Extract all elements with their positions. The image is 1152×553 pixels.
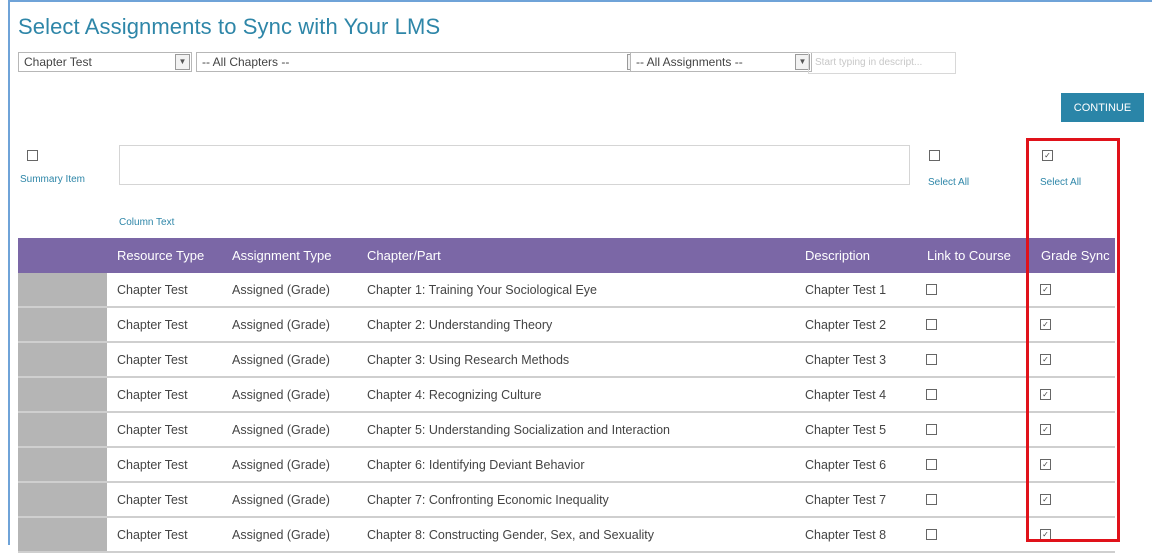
- row-handle[interactable]: [18, 378, 107, 411]
- table-row: Chapter Test Assigned (Grade) Chapter 7:…: [18, 483, 1115, 518]
- summary-item-label: Summary Item: [20, 174, 86, 185]
- cell-resource-type: Chapter Test: [117, 458, 188, 472]
- row-handle[interactable]: [18, 448, 107, 481]
- cell-assignment-type: Assigned (Grade): [232, 318, 330, 332]
- header-chapter-part[interactable]: Chapter/Part: [367, 248, 441, 263]
- column-text-input[interactable]: [119, 145, 910, 185]
- table-row: Chapter Test Assigned (Grade) Chapter 2:…: [18, 308, 1115, 343]
- search-placeholder: Start typing in descript...: [815, 57, 923, 68]
- row-handle[interactable]: [18, 343, 107, 376]
- grade-sync-checkbox[interactable]: ✓: [1040, 529, 1051, 540]
- cell-description: Chapter Test 1: [805, 283, 887, 297]
- select-all-link-checkbox[interactable]: [929, 150, 940, 161]
- link-to-course-checkbox[interactable]: [926, 319, 937, 330]
- select-all-grade-checkbox[interactable]: ✓: [1042, 150, 1053, 161]
- chevron-down-icon[interactable]: ▼: [175, 54, 190, 70]
- table-row: Chapter Test Assigned (Grade) Chapter 1:…: [18, 273, 1115, 308]
- select-all-grade-label[interactable]: Select All: [1040, 177, 1081, 188]
- assignments-select[interactable]: -- All Assignments -- ▼: [630, 52, 812, 72]
- cell-description: Chapter Test 5: [805, 423, 887, 437]
- table-row: Chapter Test Assigned (Grade) Chapter 5:…: [18, 413, 1115, 448]
- link-to-course-checkbox[interactable]: [926, 389, 937, 400]
- cell-resource-type: Chapter Test: [117, 423, 188, 437]
- header-assignment-type[interactable]: Assignment Type: [232, 248, 331, 263]
- link-to-course-checkbox[interactable]: [926, 284, 937, 295]
- row-handle[interactable]: [18, 518, 107, 551]
- window-frame-left: [8, 0, 10, 545]
- cell-resource-type: Chapter Test: [117, 388, 188, 402]
- resource-type-value: Chapter Test: [24, 55, 92, 69]
- summary-item-checkbox[interactable]: [27, 150, 38, 161]
- grade-sync-checkbox[interactable]: ✓: [1040, 459, 1051, 470]
- cell-assignment-type: Assigned (Grade): [232, 283, 330, 297]
- grade-sync-checkbox[interactable]: ✓: [1040, 424, 1051, 435]
- cell-resource-type: Chapter Test: [117, 353, 188, 367]
- page-title: Select Assignments to Sync with Your LMS: [18, 14, 441, 39]
- assignments-value: -- All Assignments --: [636, 55, 743, 69]
- cell-assignment-type: Assigned (Grade): [232, 493, 330, 507]
- cell-chapter-part: Chapter 4: Recognizing Culture: [367, 388, 542, 402]
- continue-button[interactable]: CONTINUE: [1061, 93, 1144, 122]
- cell-assignment-type: Assigned (Grade): [232, 353, 330, 367]
- cell-chapter-part: Chapter 3: Using Research Methods: [367, 353, 570, 367]
- row-handle[interactable]: [18, 273, 107, 306]
- cell-chapter-part: Chapter 2: Understanding Theory: [367, 318, 553, 332]
- link-to-course-checkbox[interactable]: [926, 424, 937, 435]
- select-all-link-label[interactable]: Select All: [928, 177, 969, 188]
- cell-resource-type: Chapter Test: [117, 318, 188, 332]
- cell-assignment-type: Assigned (Grade): [232, 423, 330, 437]
- cell-resource-type: Chapter Test: [117, 283, 188, 297]
- column-text-label: Column Text: [119, 217, 175, 228]
- row-handle[interactable]: [18, 308, 107, 341]
- cell-description: Chapter Test 6: [805, 458, 887, 472]
- cell-assignment-type: Assigned (Grade): [232, 388, 330, 402]
- assignments-table: Resource Type Assignment Type Chapter/Pa…: [18, 238, 1115, 553]
- chapters-select[interactable]: -- All Chapters -- ▼: [196, 52, 644, 72]
- cell-description: Chapter Test 2: [805, 318, 887, 332]
- grade-sync-checkbox[interactable]: ✓: [1040, 494, 1051, 505]
- cell-description: Chapter Test 8: [805, 528, 887, 542]
- link-to-course-checkbox[interactable]: [926, 494, 937, 505]
- link-to-course-checkbox[interactable]: [926, 529, 937, 540]
- cell-chapter-part: Chapter 8: Constructing Gender, Sex, and…: [367, 528, 654, 542]
- cell-description: Chapter Test 4: [805, 388, 887, 402]
- cell-resource-type: Chapter Test: [117, 493, 188, 507]
- header-description[interactable]: Description: [805, 248, 870, 263]
- cell-description: Chapter Test 3: [805, 353, 887, 367]
- header-resource-type[interactable]: Resource Type: [117, 248, 204, 263]
- cell-chapter-part: Chapter 7: Confronting Economic Inequali…: [367, 493, 609, 507]
- cell-assignment-type: Assigned (Grade): [232, 458, 330, 472]
- header-grade-sync[interactable]: Grade Sync: [1041, 248, 1110, 263]
- table-row: Chapter Test Assigned (Grade) Chapter 4:…: [18, 378, 1115, 413]
- resource-type-select[interactable]: Chapter Test ▼: [18, 52, 192, 72]
- cell-resource-type: Chapter Test: [117, 528, 188, 542]
- grade-sync-checkbox[interactable]: ✓: [1040, 284, 1051, 295]
- table-row: Chapter Test Assigned (Grade) Chapter 8:…: [18, 518, 1115, 553]
- grade-sync-checkbox[interactable]: ✓: [1040, 354, 1051, 365]
- grade-sync-checkbox[interactable]: ✓: [1040, 389, 1051, 400]
- cell-chapter-part: Chapter 1: Training Your Sociological Ey…: [367, 283, 598, 297]
- table-row: Chapter Test Assigned (Grade) Chapter 3:…: [18, 343, 1115, 378]
- cell-assignment-type: Assigned (Grade): [232, 528, 330, 542]
- window-frame-top: [8, 0, 1152, 2]
- cell-description: Chapter Test 7: [805, 493, 887, 507]
- cell-chapter-part: Chapter 6: Identifying Deviant Behavior: [367, 458, 585, 472]
- table-header: Resource Type Assignment Type Chapter/Pa…: [18, 238, 1115, 273]
- description-search-input[interactable]: Start typing in descript...: [808, 52, 956, 74]
- row-handle[interactable]: [18, 483, 107, 516]
- header-link-to-course[interactable]: Link to Course: [927, 248, 1011, 263]
- grade-sync-checkbox[interactable]: ✓: [1040, 319, 1051, 330]
- row-handle[interactable]: [18, 413, 107, 446]
- cell-chapter-part: Chapter 5: Understanding Socialization a…: [367, 423, 670, 437]
- link-to-course-checkbox[interactable]: [926, 354, 937, 365]
- link-to-course-checkbox[interactable]: [926, 459, 937, 470]
- chapters-value: -- All Chapters --: [202, 55, 290, 69]
- table-row: Chapter Test Assigned (Grade) Chapter 6:…: [18, 448, 1115, 483]
